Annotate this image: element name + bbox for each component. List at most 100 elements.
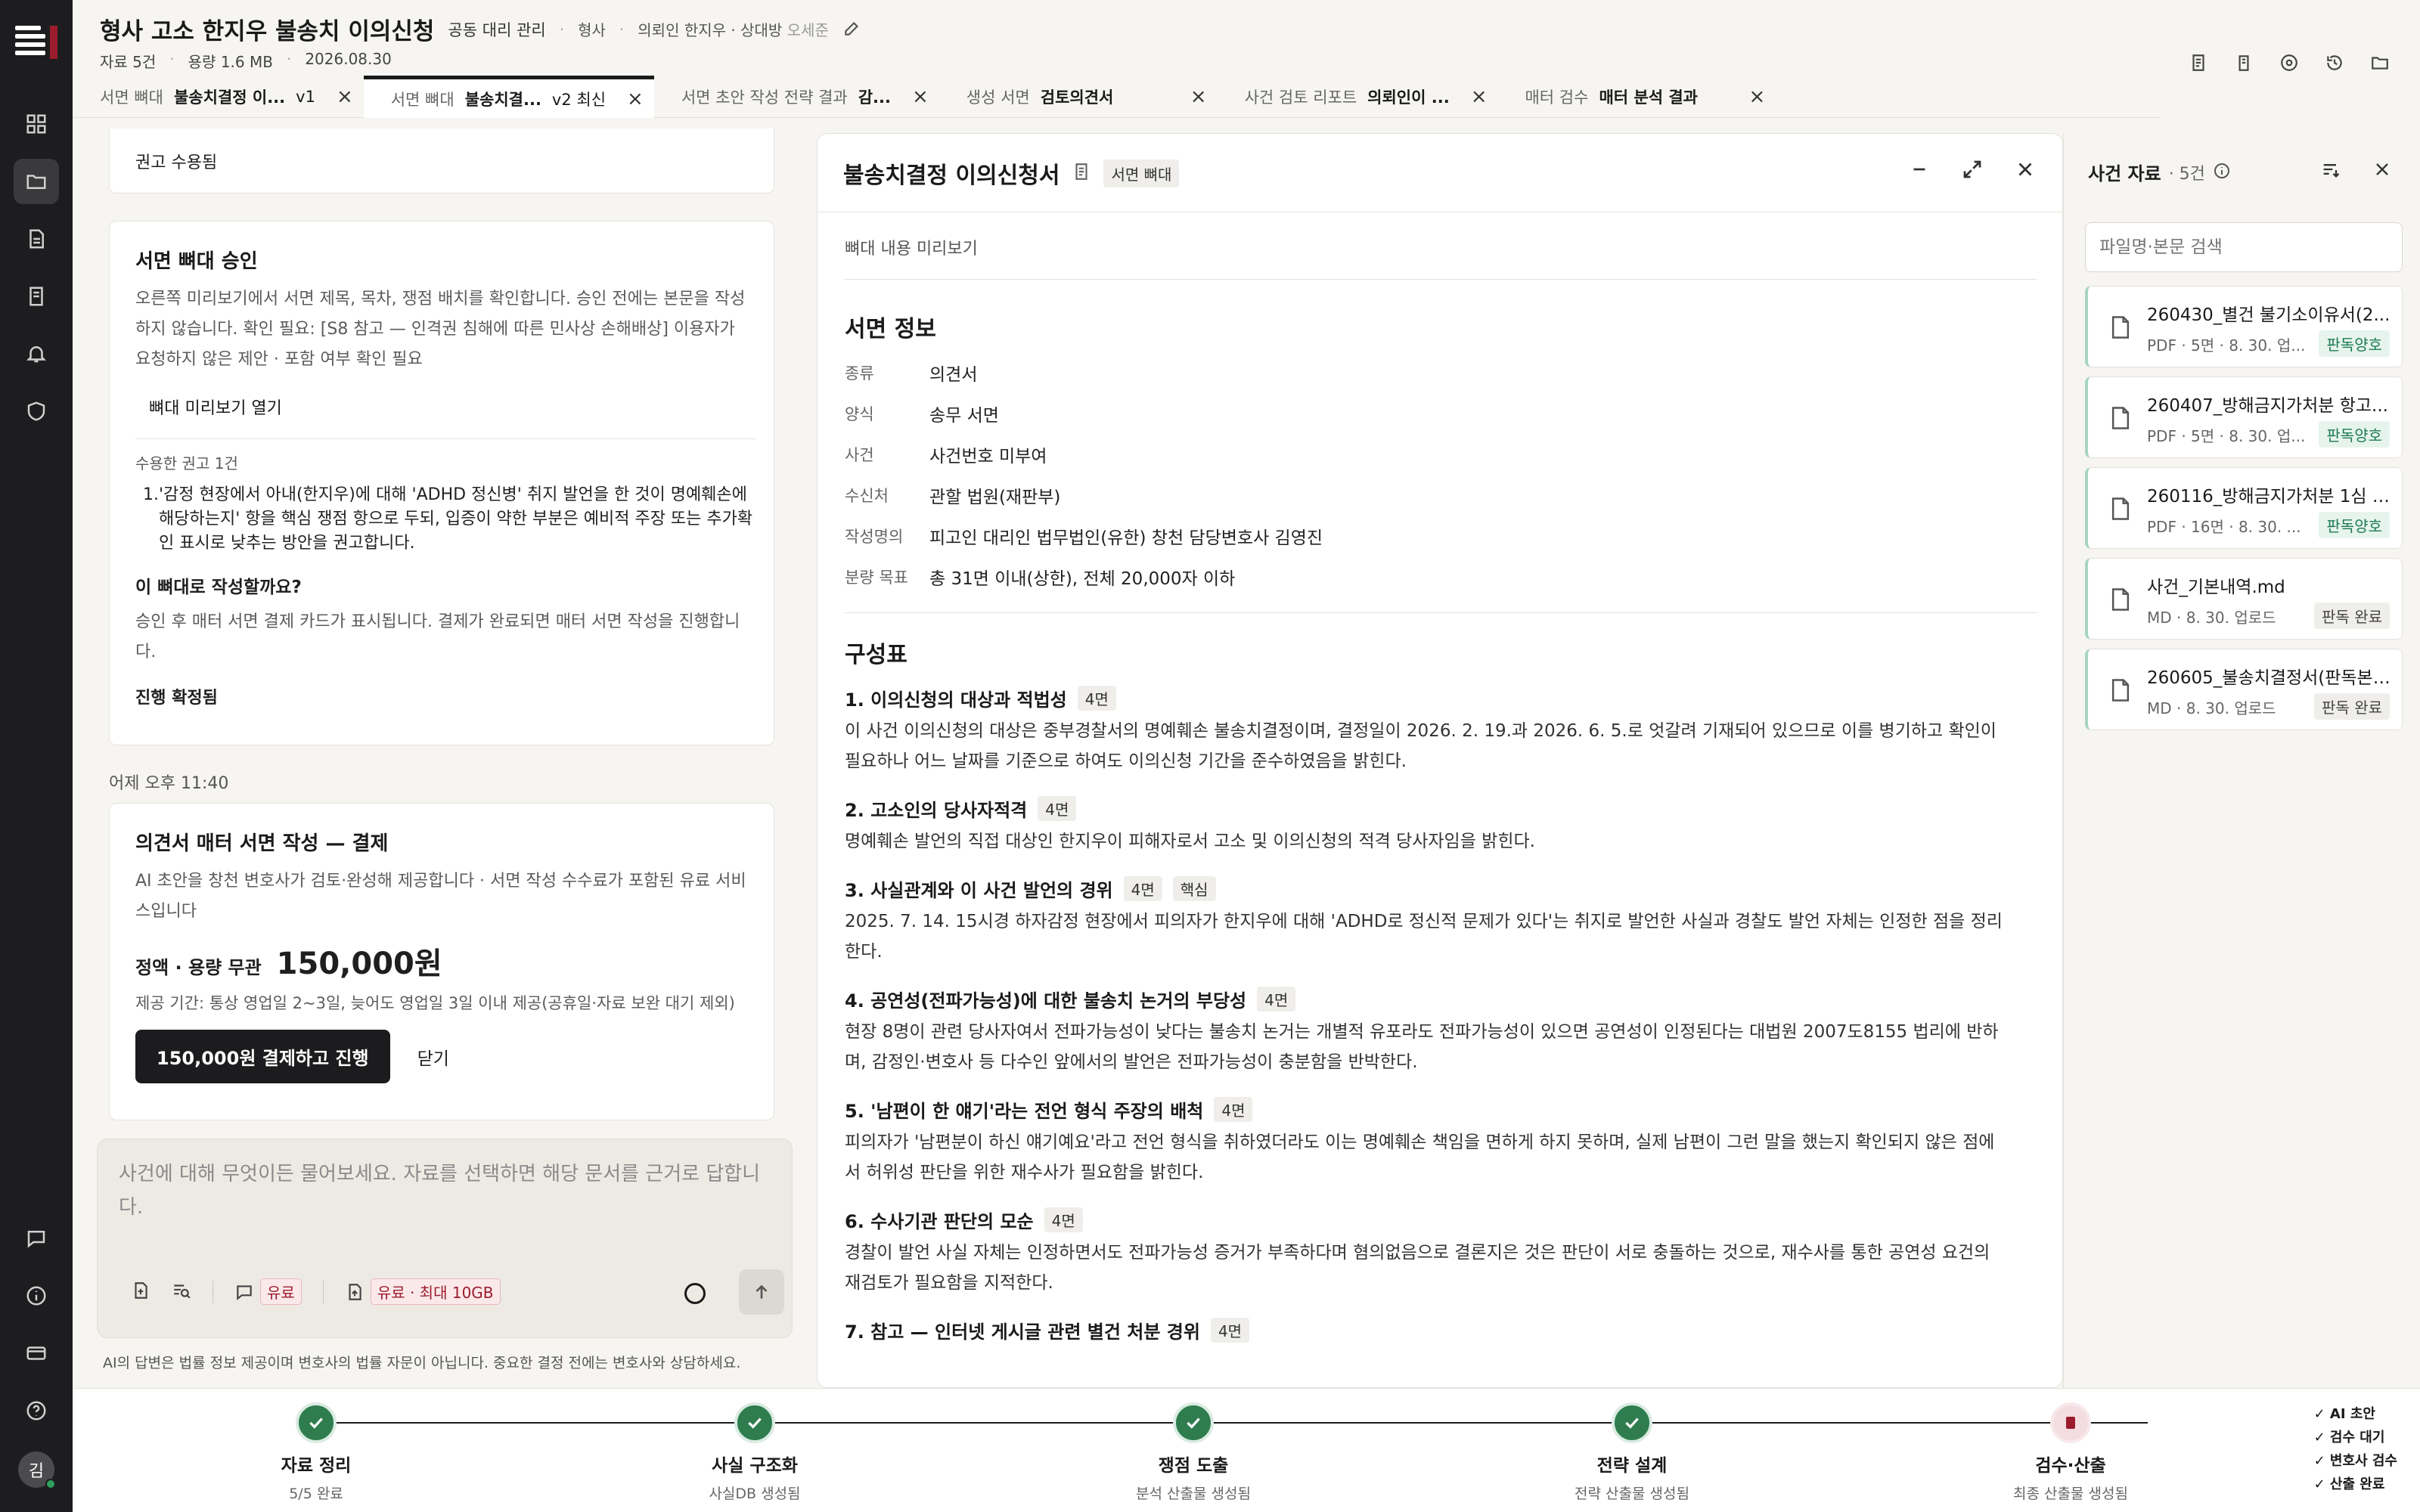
file-item[interactable]: 260430_별건 불기소이유서(2... PDF · 5면 · 8. 30. 업… [2085,286,2403,367]
close-icon[interactable]: × [337,85,353,108]
message-timestamp: 어제 오후 11:40 [109,774,229,793]
tab-skeleton-v1[interactable]: 서면 뼈대 불송치결정 이... v1 × [73,76,364,118]
outline-item: 5. '남편이 한 얘기'라는 전언 형식 주장의 배척 4면 피의자가 '남편분… [845,1094,2037,1188]
matter-header: 형사 고소 한지우 불송치 이의신청 공동 대리 관리 · 형사 · 의뢰인 한… [73,0,2420,76]
files-search-input[interactable] [2085,222,2403,272]
report-icon[interactable] [14,274,59,319]
confirm-question: 이 뼈대로 작성할까요? [135,578,302,597]
info-icon[interactable] [14,1273,59,1318]
info-row: 작성명의 피고인 대리인 법무법인(유한) 창천 담당변호사 김영진 [845,528,1323,548]
case-files-panel: 사건 자료 · 5건 260430_별건 불기소이유서(2...PDF · 5면… [2063,133,2420,1388]
sort-icon[interactable] [2320,159,2341,183]
skeleton-approval-card: 서면 뼈대 승인 오른쪽 미리보기에서 서면 제목, 목차, 쟁점 배치를 확인… [109,221,774,745]
payment-title: 의견서 매터 서면 작성 — 결제 [135,832,389,855]
shield-icon[interactable] [14,389,59,434]
workflow-progress: 자료 정리 5/5 완료 사실 구조화 사실DB 생성됨 쟁점 도출 분석 산출물 생… [73,1388,2420,1512]
document-icon [2066,1417,2075,1429]
chat-input[interactable]: 사건에 대해 무엇이든 물어보세요. 자료를 선택하면 해당 문서를 근거로 답… [119,1157,769,1224]
document-icon [1072,162,1091,184]
attach-file-icon[interactable] [131,1281,150,1303]
outline-item: 4. 공연성(전파가능성)에 대한 불송치 논거의 부당성 4면 현장 8명이 관… [845,984,2037,1077]
preview-title: 불송치결정 이의신청서 [843,163,1060,189]
files-panel-count: · 5건 [2168,164,2205,184]
info-row: 분량 목표 총 31면 이내(상한), 전체 20,000자 이하 [845,569,1236,589]
info-table: 종류 의견서 양식 송무 서면 사건 사건번호 미부여 수신처 관할 법원(재판부) 작… [845,352,2037,597]
close-icon[interactable] [2372,159,2393,183]
expand-icon[interactable] [1961,158,1984,184]
matter-date: 2026.08.30 [305,50,392,68]
info-icon[interactable] [2213,162,2231,183]
step-structure[interactable]: 사실 구조화 사실DB 생성됨 [603,1402,906,1503]
file-icon [2111,407,2130,429]
price-label: 정액 · 용량 무관 [135,957,262,978]
tab-matter-review[interactable]: 매터 검수 매터 분석 결과 × [1497,76,1776,118]
outline-item: 7. 참고 — 인터넷 게시글 관련 별건 처분 경위 4면 [845,1315,2037,1345]
doc-type-chip: 서면 뼈대 [1103,159,1180,187]
file-icon [2111,679,2130,702]
open-preview-button[interactable]: 뼈대 미리보기 열기 [135,395,755,419]
folder-open-icon[interactable] [2370,53,2390,76]
page-title: 형사 고소 한지우 불송치 이의신청 [100,18,435,45]
billing-icon[interactable] [14,1331,59,1376]
document-icon[interactable] [14,216,59,262]
outline-item: 1. 이의신청의 대상과 적법성 4면 이 사건 이의신청의 대상은 중부경찰서의… [845,683,2037,776]
record-icon[interactable] [2279,53,2299,76]
tab-case-report[interactable]: 사건 검토 리포트 의뢰인이 ... × [1218,76,1498,118]
minimize-icon[interactable] [1908,158,1931,184]
tab-skeleton-v2[interactable]: 서면 뼈대 불송치결... v2 최신 × [363,76,654,118]
file-item[interactable]: 260116_방해금지가처분 1심 기... PDF · 16면 · 8. 30.… [2085,467,2403,549]
send-button[interactable] [739,1269,784,1315]
tab-strategy-result[interactable]: 서면 초안 작성 전략 결과 감... × [654,76,939,118]
edit-icon[interactable] [842,18,862,41]
outline-item: 2. 고소인의 당사자적격 4면 명예훼손 발언의 직접 대상인 한지우이 피해자… [845,793,2037,857]
app-logo[interactable] [15,23,57,62]
document-preview: 불송치결정 이의신청서 서면 뼈대 뼈대 내용 미리보기 서면 정보 종류 의견서… [817,133,2063,1388]
history-icon[interactable] [2325,53,2344,76]
avatar[interactable]: 김 [18,1452,56,1489]
folder-icon[interactable] [14,159,59,204]
step-strategy[interactable]: 전략 설계 전략 산출물 생성됨 [1481,1402,1783,1503]
search-docs-icon[interactable] [172,1281,191,1303]
close-icon[interactable]: × [1471,85,1488,108]
status-badge: 판독 완료 [2314,603,2390,629]
bell-icon[interactable] [14,331,59,376]
file-icon [2111,497,2130,520]
files-count: 자료 5건 [100,53,157,71]
outline-item: 3. 사실관계와 이 사건 발언의 경위 4면 핵심 2025. 7. 14. 15… [845,873,2037,967]
status-badge: 판독양호 [2319,330,2390,357]
outline-section-title: 구성표 [845,642,908,668]
close-icon[interactable] [2014,158,2037,184]
case-category: 형사 [578,21,606,39]
file-item[interactable]: 260407_방해금지가처분 항고... PDF · 5면 · 8. 30. 업.… [2085,376,2403,458]
status-legend: AI 초안 검수 대기 변호사 검수 산출 완료 [2314,1402,2397,1496]
accepted-note-card: 권고 수용됨 [109,129,774,194]
check-icon [1625,1418,1639,1429]
paid-chat-toggle[interactable]: 유료 [234,1278,302,1305]
confirmed-status: 진행 확정됨 [135,689,218,708]
close-icon[interactable]: × [627,88,644,110]
step-organize[interactable]: 자료 정리 5/5 완료 [165,1402,467,1503]
accepted-label: 수용한 권고 1건 [135,454,238,472]
file-item[interactable]: 260605_불송치결정서(판독본)... MD · 8. 30. 업로드 판독 완… [2085,649,2403,730]
notes-icon[interactable] [2189,53,2208,76]
clipboard-icon[interactable] [2234,53,2254,76]
core-tag: 핵심 [1172,875,1216,901]
voice-icon[interactable] [684,1283,706,1304]
info-section-title: 서면 정보 [845,316,936,342]
step-issues[interactable]: 쟁점 도출 분석 산출물 생성됨 [1042,1402,1345,1503]
paid-upload-toggle[interactable]: 유료 · 최대 10GB [345,1278,501,1305]
tab-generated-doc[interactable]: 생성 서면 검토의견서 × [939,76,1218,118]
close-icon[interactable]: × [1748,85,1765,108]
step-review[interactable]: 검수·산출 최종 산출물 생성됨 [1919,1402,2222,1503]
help-icon[interactable] [14,1388,59,1433]
file-item[interactable]: 사건_기본내역.md MD · 8. 30. 업로드 판독 완료 [2085,558,2403,640]
close-button[interactable]: 닫기 [417,1044,449,1070]
info-row: 양식 송무 서면 [845,405,999,426]
card-title: 서면 뼈대 승인 [135,250,258,273]
close-icon[interactable]: × [1190,85,1207,108]
pay-button[interactable]: 150,000원 결제하고 진행 [135,1030,390,1083]
chat-icon[interactable] [14,1216,59,1261]
dashboard-icon[interactable] [14,101,59,147]
close-icon[interactable]: × [912,85,929,108]
file-icon [2111,316,2130,339]
